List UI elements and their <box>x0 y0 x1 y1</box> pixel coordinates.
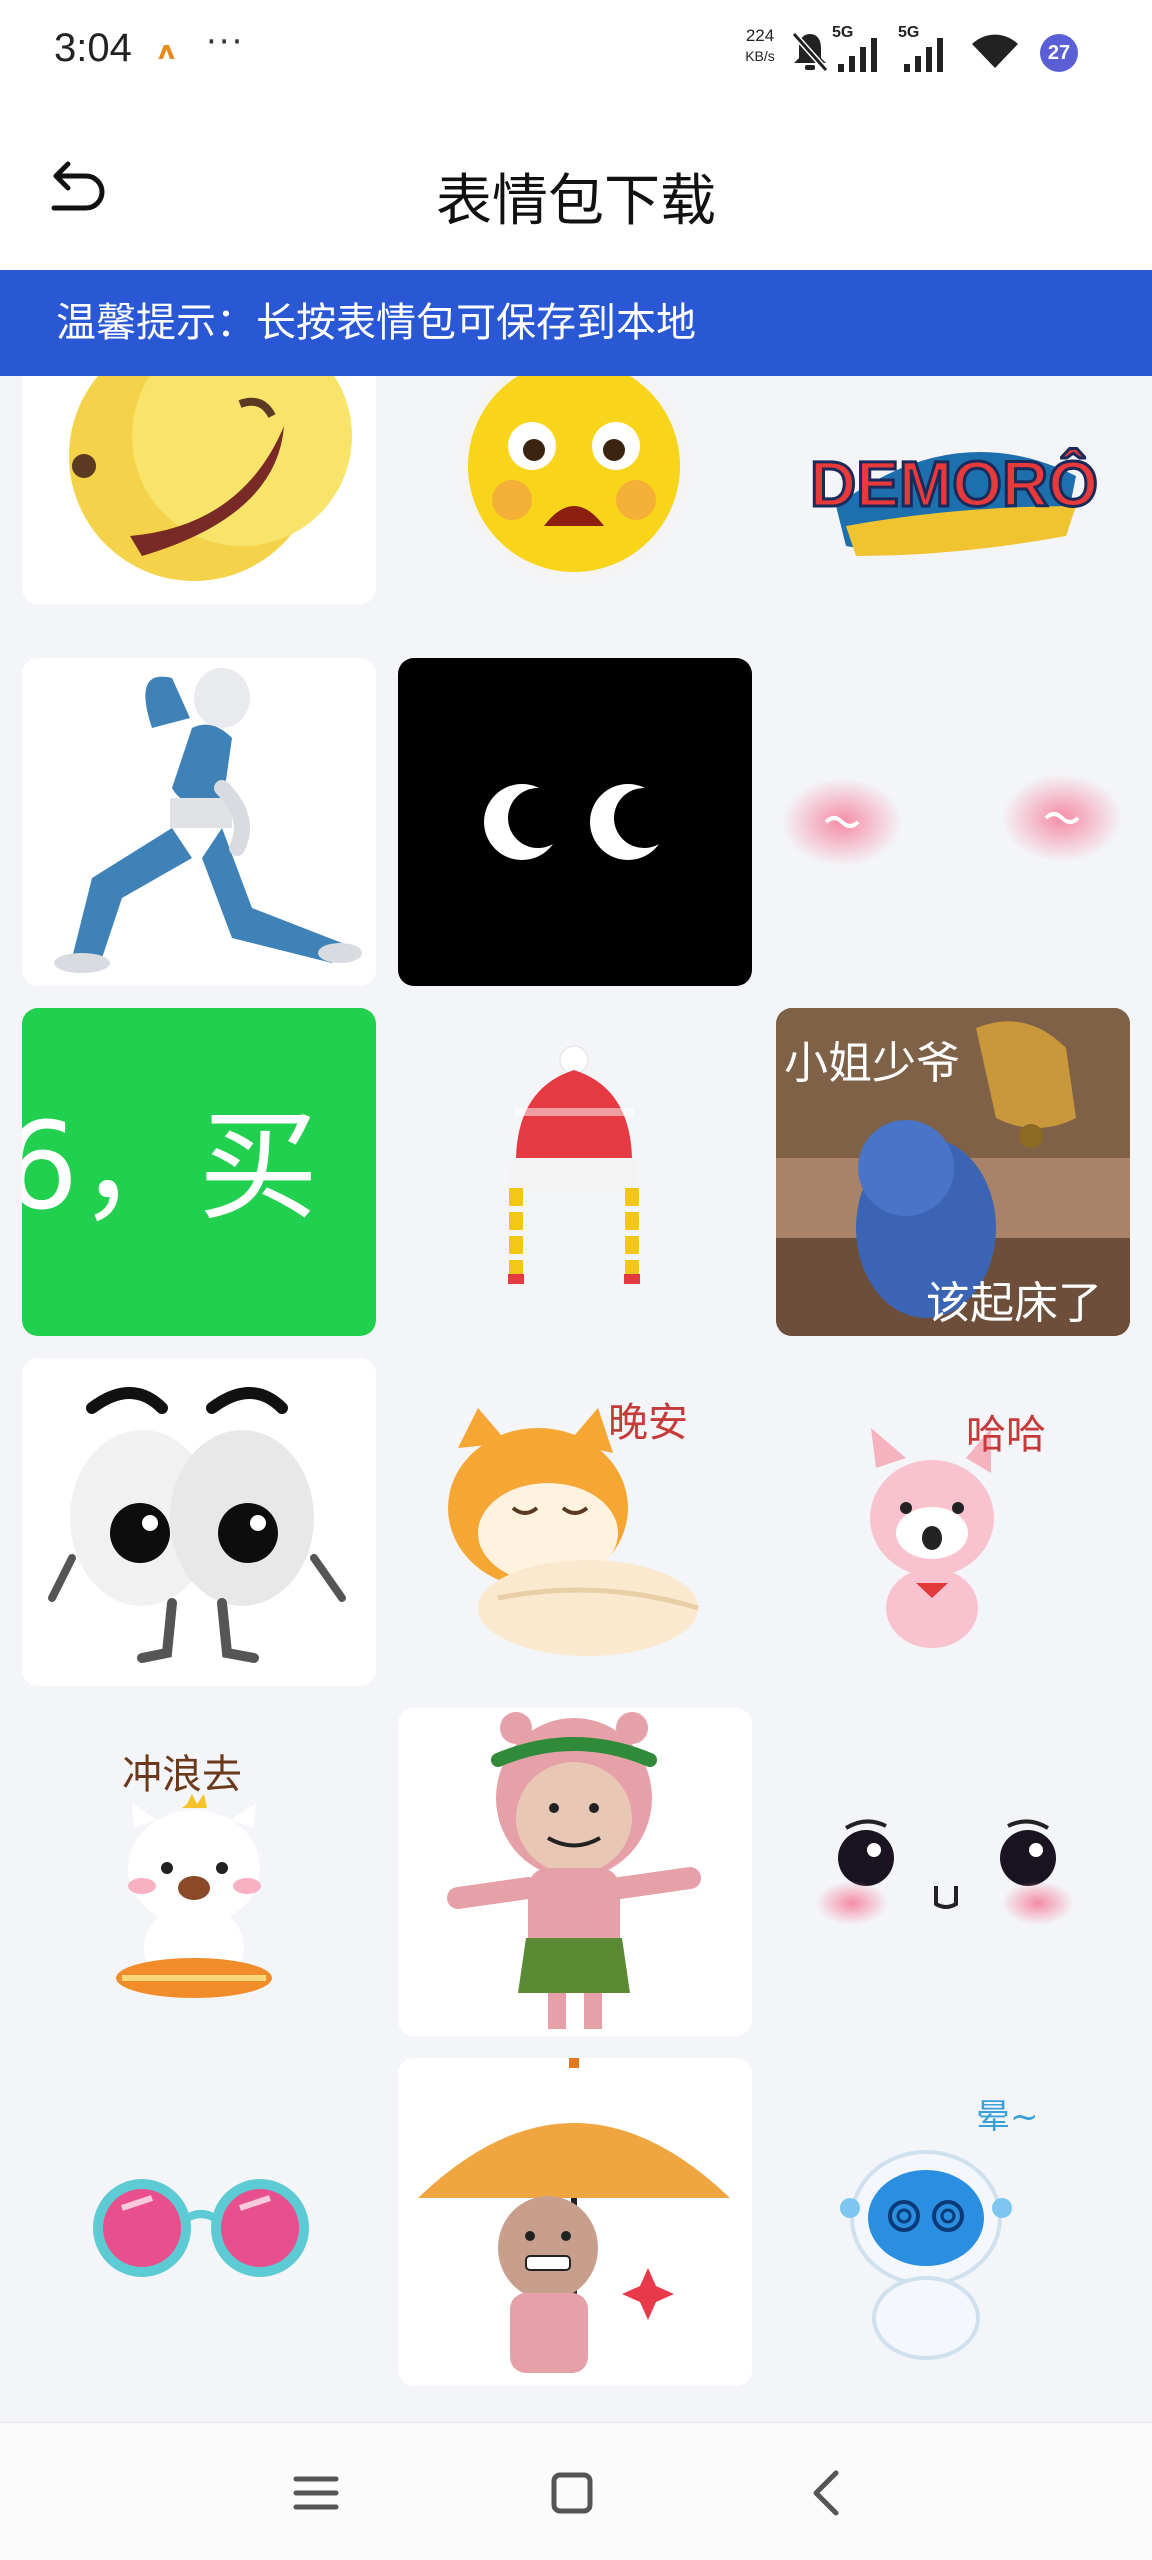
smiling-moon-image <box>69 376 352 581</box>
hula-character-image <box>447 1712 701 2029</box>
tip-banner: 温馨提示：长按表情包可保存到本地 <box>0 270 1152 376</box>
app-notification-icon: ᴧ <box>158 36 175 66</box>
sticker-pink-fox-haha[interactable]: 哈哈 <box>776 1358 1130 1686</box>
surf-bear-image: 冲浪去 <box>116 1752 272 1998</box>
mute-bell-icon <box>791 32 829 72</box>
sticker-demoro-logo[interactable]: DEMORÔ <box>776 376 1130 604</box>
demoro-text: DEMORÔ <box>810 447 1098 520</box>
surf-caption: 冲浪去 <box>122 1752 242 1798</box>
sticker-bell-figure[interactable]: 小姐少爷 该起床了 <box>776 1008 1130 1336</box>
back-chevron-icon <box>813 2470 839 2516</box>
signal-bars-icon <box>904 38 943 72</box>
signal-bars-icon <box>838 38 877 72</box>
sticker-hula-character[interactable] <box>398 1708 752 2036</box>
nav-back-button[interactable] <box>798 2463 858 2523</box>
sticker-black-moon-eyes[interactable] <box>398 658 752 986</box>
sticker-umbrella-character[interactable] <box>398 2058 752 2386</box>
sticker-surprised-face[interactable] <box>398 376 752 604</box>
dizzy-astronaut-image: 晕~ <box>840 2097 1039 2360</box>
dizzy-caption: 晕~ <box>976 2097 1039 2137</box>
umbrella-character-image <box>418 2058 730 2373</box>
bell-caption-bottom: 该起床了 <box>926 1278 1102 1329</box>
christmas-hat-image <box>508 1045 640 1284</box>
cute-eyes-face-image <box>816 1819 1074 1925</box>
status-bar: 3:04 ᴧ ··· 224 KB/s 5G 5G 27 <box>0 0 1152 104</box>
sticker-cute-eyes-face[interactable] <box>776 1708 1130 2036</box>
big-eyes-creature-image <box>48 1387 346 1663</box>
menu-icon <box>293 2476 339 2510</box>
haha-caption: 哈哈 <box>966 1412 1046 1458</box>
bell-figure-image: 小姐少爷 该起床了 <box>776 1008 1130 1336</box>
sticker-yoga-figure[interactable] <box>22 658 376 986</box>
network-speed: 224 KB/s <box>738 26 782 66</box>
home-square-icon <box>551 2472 593 2514</box>
black-moon-eyes-image <box>484 784 674 860</box>
sticker-pink-glasses[interactable] <box>22 2058 376 2386</box>
menu-button[interactable] <box>286 2463 346 2523</box>
sticker-big-eyes-creature[interactable] <box>22 1358 376 1686</box>
sticker-surf-bear[interactable]: 冲浪去 <box>22 1708 376 2036</box>
header: 表情包下载 <box>0 104 1152 270</box>
sticker-sleepy-cat-good-night[interactable]: 晚安 <box>398 1358 752 1686</box>
sticker-dizzy-astronaut[interactable]: 晕~ <box>776 2058 1130 2386</box>
battery-badge: 27 <box>1040 34 1078 72</box>
net-speed-value: 224 <box>745 26 775 45</box>
status-time: 3:04 <box>54 26 132 70</box>
more-notifications-icon: ··· <box>206 22 245 62</box>
page-title: 表情包下载 <box>436 169 716 234</box>
net-speed-unit: KB/s <box>745 48 775 64</box>
green-text-card-image: 6，买 <box>22 1098 318 1237</box>
green-card-text: 6，买 <box>22 1098 318 1237</box>
pink-glasses-image <box>93 2179 309 2277</box>
pink-fox-image: 哈哈 <box>870 1412 1046 1648</box>
sticker-grid: DEMORÔ 6，买 小姐少爷 该起床了 晚安 哈哈 冲浪去 晕~ <box>0 376 1152 2422</box>
demoro-logo-image: DEMORÔ <box>809 446 1100 556</box>
bell-caption-top: 小姐少爷 <box>784 1038 960 1089</box>
system-nav-bar <box>0 2422 1152 2560</box>
sticker-smiling-moon[interactable] <box>22 376 376 604</box>
sticker-christmas-hat[interactable] <box>398 1008 752 1336</box>
pink-blush-cheeks-image <box>782 774 1122 866</box>
good-night-caption: 晚安 <box>608 1400 688 1446</box>
home-button[interactable] <box>542 2463 602 2523</box>
sticker-pink-blush-cheeks[interactable] <box>776 658 1130 986</box>
sticker-row7-1[interactable] <box>22 2408 376 2422</box>
surprised-face-image <box>458 376 690 582</box>
sticker-green-text-card[interactable]: 6，买 <box>22 1008 376 1336</box>
wifi-icon <box>972 34 1018 68</box>
sleepy-cat-image: 晚安 <box>448 1400 699 1656</box>
yoga-figure-image <box>54 668 362 973</box>
